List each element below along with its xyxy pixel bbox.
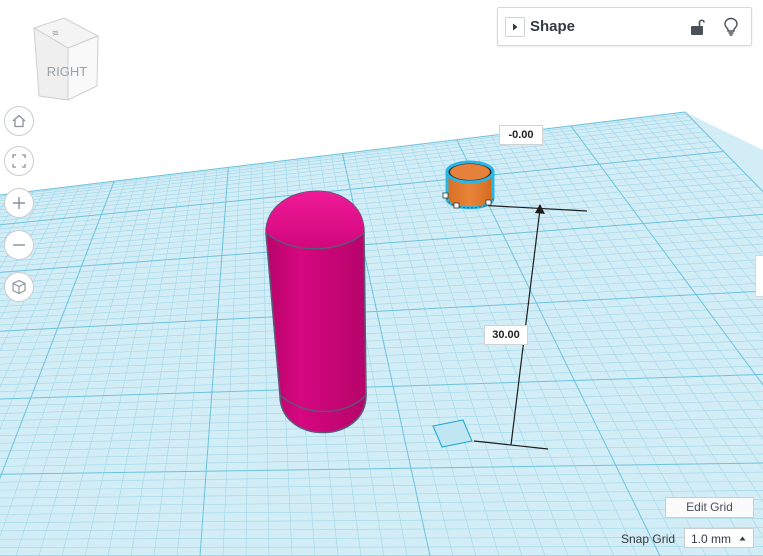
shape-panel-title: Shape [530, 18, 576, 35]
cylinder-shape[interactable] [442, 160, 495, 210]
visibility-toggle[interactable] [720, 16, 742, 38]
lock-toggle[interactable] [686, 16, 708, 38]
snap-grid-value: 1.0 mm [691, 532, 732, 546]
shape-panel-toggle[interactable] [505, 17, 525, 37]
shape-inspector-panel: Shape [497, 7, 752, 46]
height-value-label[interactable]: 30.00 [484, 325, 528, 345]
zoom-out-button[interactable] [4, 230, 34, 260]
workplane-viewport[interactable] [0, 0, 763, 556]
caret-up-icon [739, 536, 746, 541]
perspective-toggle-button[interactable] [4, 272, 34, 302]
zoom-out-icon [13, 244, 25, 246]
unlock-icon [691, 19, 705, 35]
view-cube[interactable]: ≋ RIGHT [0, 0, 110, 110]
capsule-shape[interactable] [265, 190, 367, 434]
perspective-cube-icon [12, 279, 26, 295]
edit-grid-button[interactable]: Edit Grid [665, 497, 754, 518]
fit-all-button[interactable] [4, 146, 34, 176]
zoom-in-icon [13, 197, 25, 209]
home-icon [12, 114, 26, 128]
fit-all-icon [12, 154, 26, 168]
snap-grid-label: Snap Grid [621, 532, 676, 546]
lightbulb-icon [724, 17, 738, 36]
view-cube-face-label: RIGHT [47, 64, 88, 79]
elevation-value-label[interactable]: -0.00 [499, 125, 543, 145]
snap-grid-select[interactable]: 1.0 mm [684, 528, 754, 548]
side-panel-tab[interactable] [755, 255, 763, 297]
caret-right-icon [513, 23, 518, 31]
zoom-in-button[interactable] [4, 188, 34, 218]
home-view-button[interactable] [4, 106, 34, 136]
